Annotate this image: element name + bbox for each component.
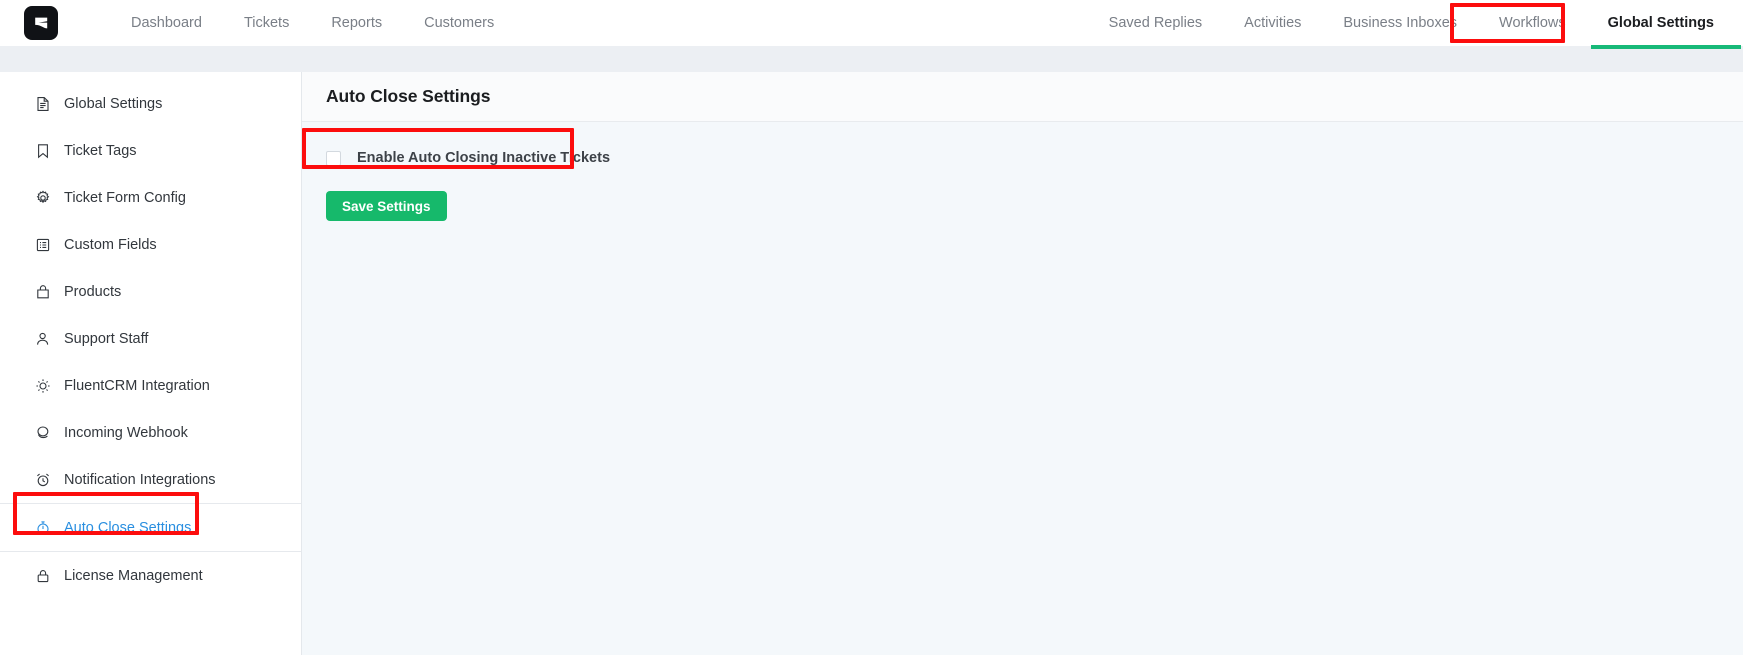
nav-item-saved-replies[interactable]: Saved Replies xyxy=(1088,0,1224,46)
nav-item-customers[interactable]: Customers xyxy=(403,0,515,46)
webhook-icon xyxy=(34,424,51,441)
sidebar-item-notification-integrations[interactable]: Notification Integrations xyxy=(0,456,301,503)
nav-item-global-settings[interactable]: Global Settings xyxy=(1587,0,1742,49)
sidebar-item-label: Ticket Tags xyxy=(64,142,137,159)
alarm-clock-icon xyxy=(34,471,51,488)
nav-label: Tickets xyxy=(243,15,290,31)
top-nav-right-group: Saved Replies Activities Business Inboxe… xyxy=(1088,0,1743,49)
settings-content-panel: Auto Close Settings Enable Auto Closing … xyxy=(301,72,1743,655)
nav-label: Global Settings xyxy=(1607,15,1714,31)
sidebar-item-license-management[interactable]: License Management xyxy=(0,552,301,599)
sidebar-item-label: Products xyxy=(64,283,122,300)
sidebar-item-custom-fields[interactable]: Custom Fields xyxy=(0,221,301,268)
nav-item-activities[interactable]: Activities xyxy=(1223,0,1322,46)
nav-item-tickets[interactable]: Tickets xyxy=(223,0,310,46)
fluent-support-logo-icon[interactable] xyxy=(24,6,58,40)
sidebar-item-label: Incoming Webhook xyxy=(64,424,188,441)
nav-label: Saved Replies xyxy=(1108,15,1203,31)
bookmark-icon xyxy=(34,142,51,159)
nav-item-dashboard[interactable]: Dashboard xyxy=(110,0,223,46)
sidebar-item-label: Custom Fields xyxy=(64,236,157,253)
enable-auto-closing-checkbox[interactable] xyxy=(326,150,341,166)
page-body: Global Settings Ticket Tags Ticket Form … xyxy=(0,72,1743,655)
nav-item-business-inboxes[interactable]: Business Inboxes xyxy=(1322,0,1478,46)
sidebar-item-ticket-tags[interactable]: Ticket Tags xyxy=(0,127,301,174)
sidebar-item-label: Notification Integrations xyxy=(64,471,216,488)
gear-icon xyxy=(34,189,51,206)
sidebar-item-label: FluentCRM Integration xyxy=(64,377,210,394)
nav-label: Reports xyxy=(331,15,383,31)
nav-label: Activities xyxy=(1244,15,1302,31)
nav-item-reports[interactable]: Reports xyxy=(310,0,403,46)
sidebar-item-fluentcrm-integration[interactable]: FluentCRM Integration xyxy=(0,362,301,409)
stopwatch-icon xyxy=(34,519,51,536)
sidebar-item-label: Support Staff xyxy=(64,330,149,347)
topbar-content-separator xyxy=(0,46,1743,72)
enable-auto-closing-label[interactable]: Enable Auto Closing Inactive Tickets xyxy=(357,150,610,166)
sun-gear-icon xyxy=(34,377,51,394)
sidebar-item-label: Global Settings xyxy=(64,95,163,112)
nav-label: Dashboard xyxy=(131,15,202,31)
enable-auto-closing-row[interactable]: Enable Auto Closing Inactive Tickets xyxy=(326,144,1719,172)
sidebar-item-label: Auto Close Settings xyxy=(64,519,192,536)
content-body: Enable Auto Closing Inactive Tickets Sav… xyxy=(302,122,1743,655)
lock-icon xyxy=(34,567,51,584)
sidebar-item-global-settings[interactable]: Global Settings xyxy=(0,80,301,127)
nav-label: Workflows xyxy=(1499,15,1566,31)
nav-item-workflows[interactable]: Workflows xyxy=(1478,0,1587,46)
app-root: Dashboard Tickets Reports Customers Save… xyxy=(0,0,1743,655)
nav-label: Customers xyxy=(424,15,495,31)
sidebar-item-ticket-form-config[interactable]: Ticket Form Config xyxy=(0,174,301,221)
sidebar-item-label: License Management xyxy=(64,567,203,584)
bag-icon xyxy=(34,283,51,300)
list-box-icon xyxy=(34,236,51,253)
top-navigation-bar: Dashboard Tickets Reports Customers Save… xyxy=(0,0,1743,49)
document-icon xyxy=(34,95,51,112)
sidebar-item-auto-close-settings[interactable]: Auto Close Settings xyxy=(0,503,301,552)
sidebar-item-support-staff[interactable]: Support Staff xyxy=(0,315,301,362)
settings-sidebar: Global Settings Ticket Tags Ticket Form … xyxy=(0,72,301,655)
sidebar-item-incoming-webhook[interactable]: Incoming Webhook xyxy=(0,409,301,456)
sidebar-item-label: Ticket Form Config xyxy=(64,189,186,206)
user-icon xyxy=(34,330,51,347)
top-nav-left-group: Dashboard Tickets Reports Customers xyxy=(110,0,515,46)
sidebar-item-products[interactable]: Products xyxy=(0,268,301,315)
nav-label: Business Inboxes xyxy=(1343,15,1458,31)
content-header: Auto Close Settings xyxy=(302,72,1743,122)
page-title: Auto Close Settings xyxy=(326,86,491,106)
save-settings-button[interactable]: Save Settings xyxy=(326,191,447,221)
